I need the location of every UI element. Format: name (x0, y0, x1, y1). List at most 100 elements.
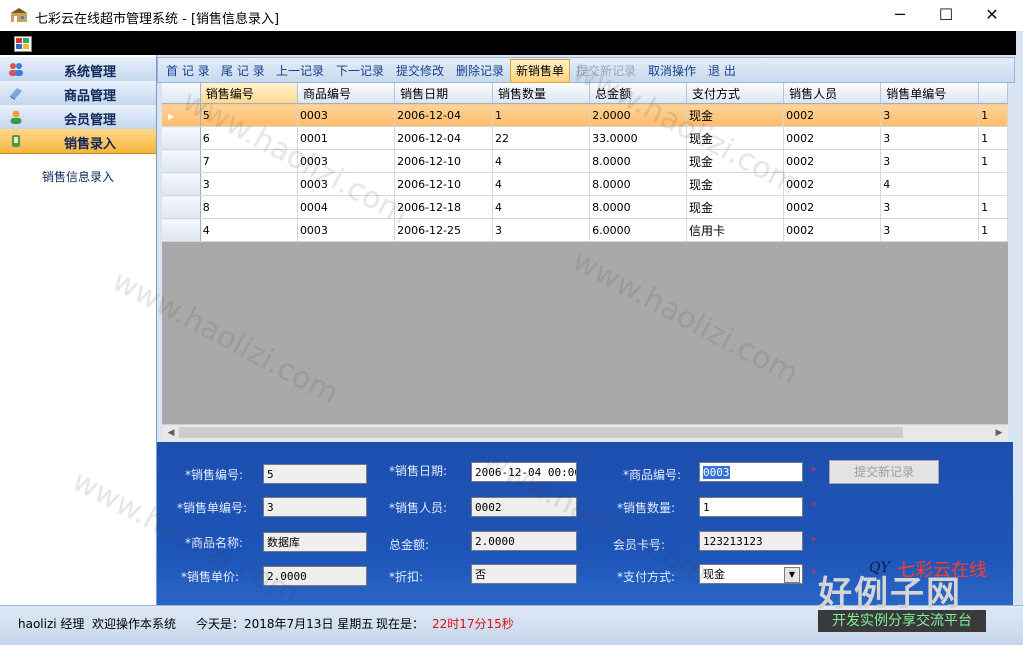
cell-salesperson[interactable]: 0002 (783, 149, 882, 173)
table-row[interactable]: 3 0003 2006-12-10 4 8.0000 现金 0002 4 (162, 172, 1008, 196)
cell-total[interactable]: 8.0000 (589, 195, 687, 219)
cell-sale-date[interactable]: 2006-12-25 (394, 218, 494, 242)
sidebar-item-sales[interactable]: 销售录入 (0, 129, 156, 154)
cell-sale-id[interactable]: 4 (200, 218, 298, 242)
cell-order-id[interactable]: 3 (880, 149, 980, 173)
scroll-right-icon[interactable]: ▶ (992, 426, 1006, 440)
first-record-button[interactable]: 首 记 录 (166, 62, 210, 79)
cell-payment[interactable]: 信用卡 (686, 218, 785, 242)
exit-button[interactable]: 退 出 (708, 62, 736, 79)
cell-sale-date[interactable]: 2006-12-04 (394, 103, 494, 127)
cell-salesperson[interactable]: 0002 (783, 218, 882, 242)
cell-total[interactable]: 33.0000 (589, 126, 687, 150)
cell-total[interactable]: 2.0000 (589, 103, 687, 127)
discount-field[interactable]: 否 (471, 564, 577, 584)
sidebar-subitem-sales-entry[interactable]: 销售信息录入 (0, 168, 156, 185)
cell-quantity[interactable]: 3 (492, 218, 591, 242)
cell-total[interactable]: 8.0000 (589, 172, 687, 196)
sale-date-field[interactable]: 2006-12-04 00:00: (471, 462, 577, 482)
cell-overflow[interactable] (978, 172, 1008, 196)
cell-overflow[interactable]: 1 (978, 126, 1008, 150)
mdi-window-icon[interactable] (14, 36, 32, 52)
delete-record-button[interactable]: 删除记录 (456, 62, 504, 79)
row-header[interactable] (162, 149, 201, 173)
cell-order-id[interactable]: 3 (880, 103, 980, 127)
order-id-field[interactable]: 3 (263, 497, 367, 517)
cell-overflow[interactable]: 1 (978, 218, 1008, 242)
column-header-total[interactable]: 总金额 (589, 83, 687, 104)
sidebar-item-system[interactable]: 系统管理 (0, 57, 156, 82)
next-record-button[interactable]: 下一记录 (336, 62, 384, 79)
cell-payment[interactable]: 现金 (686, 126, 785, 150)
cell-sale-date[interactable]: 2006-12-10 (394, 149, 494, 173)
cell-total[interactable]: 8.0000 (589, 149, 687, 173)
cell-sale-id[interactable]: 3 (200, 172, 298, 196)
sale-id-field[interactable]: 5 (263, 464, 367, 484)
cell-quantity[interactable]: 4 (492, 149, 591, 173)
cell-product-id[interactable]: 0003 (297, 172, 396, 196)
unit-price-field[interactable]: 2.0000 (263, 566, 367, 586)
payment-select[interactable]: 现金 ▼ (699, 564, 803, 584)
cell-payment[interactable]: 现金 (686, 103, 785, 127)
grid-horizontal-scrollbar[interactable]: ◀ ▶ (162, 424, 1008, 441)
row-header[interactable] (162, 172, 201, 196)
cell-quantity[interactable]: 4 (492, 195, 591, 219)
cell-sale-date[interactable]: 2006-12-10 (394, 172, 494, 196)
table-row[interactable]: 7 0003 2006-12-10 4 8.0000 现金 0002 3 1 (162, 149, 1008, 173)
close-button[interactable]: ✕ (969, 0, 1015, 31)
last-record-button[interactable]: 尾 记 录 (221, 62, 265, 79)
scroll-left-icon[interactable]: ◀ (164, 426, 178, 440)
table-row[interactable]: 4 0003 2006-12-25 3 6.0000 信用卡 0002 3 1 (162, 218, 1008, 242)
total-field[interactable]: 2.0000 (471, 531, 577, 551)
cancel-operation-button[interactable]: 取消操作 (648, 62, 696, 79)
cell-salesperson[interactable]: 0002 (783, 195, 882, 219)
cell-product-id[interactable]: 0004 (297, 195, 396, 219)
cell-product-id[interactable]: 0003 (297, 103, 396, 127)
product-name-field[interactable]: 数据库 (263, 532, 367, 552)
cell-sale-date[interactable]: 2006-12-04 (394, 126, 494, 150)
cell-sale-id[interactable]: 8 (200, 195, 298, 219)
table-row[interactable]: 6 0001 2006-12-04 22 33.0000 现金 0002 3 1 (162, 126, 1008, 150)
column-header-product-id[interactable]: 商品编号 (297, 83, 396, 104)
cell-order-id[interactable]: 3 (880, 218, 980, 242)
table-row[interactable]: ▶ 5 0003 2006-12-04 1 2.0000 现金 0002 3 1 (162, 103, 1008, 127)
member-card-field[interactable]: 123213123 (699, 531, 803, 551)
scrollbar-thumb[interactable] (179, 427, 903, 438)
cell-overflow[interactable]: 1 (978, 149, 1008, 173)
column-header-sale-date[interactable]: 销售日期 (394, 83, 494, 104)
row-header[interactable] (162, 218, 201, 242)
cell-sale-id[interactable]: 6 (200, 126, 298, 150)
column-header-salesperson[interactable]: 销售人员 (783, 83, 882, 104)
cell-order-id[interactable]: 4 (880, 172, 980, 196)
cell-sale-date[interactable]: 2006-12-18 (394, 195, 494, 219)
quantity-field[interactable]: 1 (699, 497, 803, 517)
cell-salesperson[interactable]: 0002 (783, 172, 882, 196)
cell-payment[interactable]: 现金 (686, 172, 785, 196)
cell-overflow[interactable]: 1 (978, 195, 1008, 219)
sales-data-grid[interactable]: 销售编号 商品编号 销售日期 销售数量 总金额 支付方式 销售人员 销售单编号 … (162, 83, 1008, 440)
row-header[interactable] (162, 126, 201, 150)
cell-sale-id[interactable]: 5 (200, 103, 298, 127)
cell-product-id[interactable]: 0003 (297, 149, 396, 173)
cell-overflow[interactable]: 1 (978, 103, 1008, 127)
cell-quantity[interactable]: 1 (492, 103, 591, 127)
row-header[interactable] (162, 195, 201, 219)
cell-product-id[interactable]: 0003 (297, 218, 396, 242)
cell-salesperson[interactable]: 0002 (783, 103, 882, 127)
prev-record-button[interactable]: 上一记录 (276, 62, 324, 79)
submit-edit-button[interactable]: 提交修改 (396, 62, 444, 79)
cell-total[interactable]: 6.0000 (589, 218, 687, 242)
sidebar-item-members[interactable]: 会员管理 (0, 105, 156, 130)
column-header-order-id[interactable]: 销售单编号 (880, 83, 980, 104)
cell-payment[interactable]: 现金 (686, 149, 785, 173)
salesperson-field[interactable]: 0002 (471, 497, 577, 517)
cell-quantity[interactable]: 22 (492, 126, 591, 150)
row-header[interactable]: ▶ (162, 103, 201, 127)
sidebar-item-goods[interactable]: 商品管理 (0, 81, 156, 106)
chevron-down-icon[interactable]: ▼ (784, 567, 800, 583)
cell-sale-id[interactable]: 7 (200, 149, 298, 173)
cell-quantity[interactable]: 4 (492, 172, 591, 196)
minimize-button[interactable]: ─ (877, 0, 923, 31)
maximize-button[interactable]: ☐ (923, 0, 969, 31)
column-header-quantity[interactable]: 销售数量 (492, 83, 591, 104)
